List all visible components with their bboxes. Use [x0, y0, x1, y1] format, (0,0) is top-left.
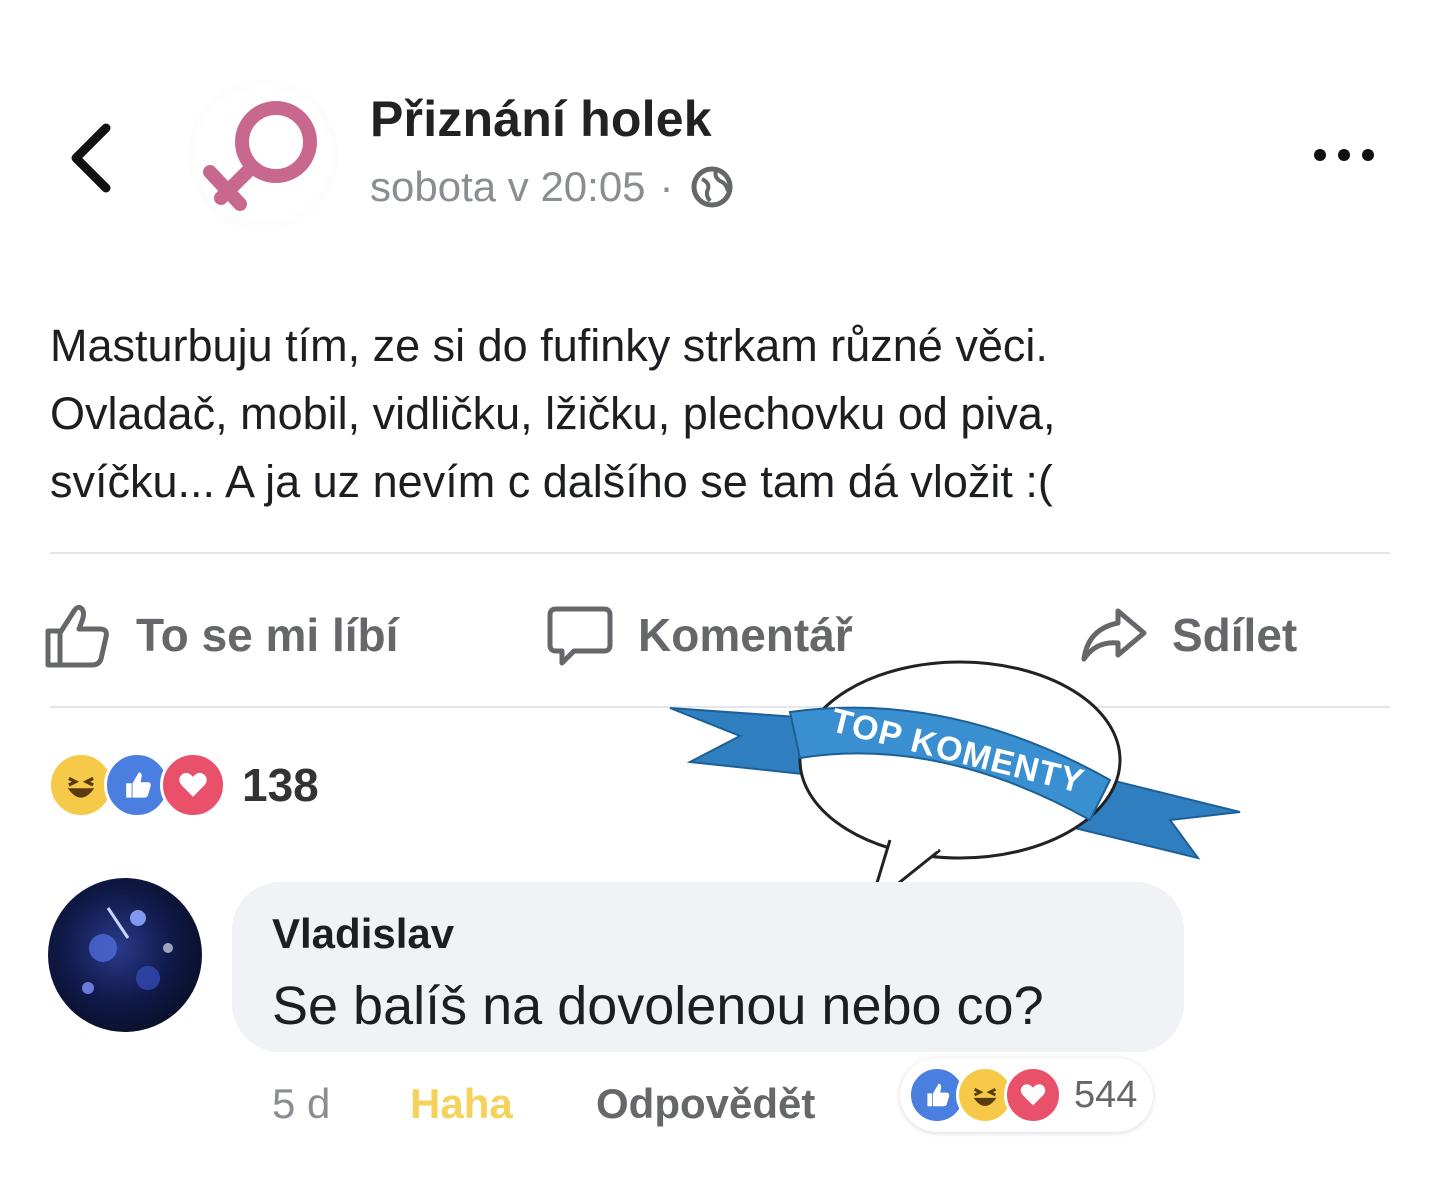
comment-time[interactable]: 5 d: [272, 1080, 330, 1128]
like-button[interactable]: To se mi líbí: [42, 590, 398, 680]
comment-reply-button[interactable]: Odpovědět: [596, 1080, 815, 1128]
reaction-count: 138: [242, 759, 319, 811]
comment-bubble-icon: [547, 606, 613, 666]
commenter-avatar[interactable]: [48, 878, 202, 1032]
page-name[interactable]: Přiznání holek: [370, 90, 712, 148]
post-time[interactable]: sobota v 20:05: [370, 163, 646, 211]
love-icon: [1004, 1066, 1062, 1124]
venus-symbol-icon: [203, 101, 317, 211]
thumbs-up-icon: [45, 604, 109, 668]
meta-separator: ·: [659, 163, 674, 210]
comment-text: Se balíš na dovolenou nebo co?: [272, 976, 1044, 1036]
post-text: Masturbuju tím, ze si do fufinky strkam …: [50, 312, 1390, 516]
page-avatar[interactable]: [188, 80, 338, 230]
comment-reaction-count: 544: [1074, 1073, 1138, 1116]
love-icon: [160, 752, 226, 818]
post-meta: sobota v 20:05 ·: [370, 163, 736, 211]
post-text-line: Ovladač, mobil, vidličku, lžičku, plecho…: [50, 388, 1056, 439]
divider: [50, 552, 1390, 554]
comment-author[interactable]: Vladislav: [272, 910, 454, 958]
more-options-icon[interactable]: [1310, 140, 1378, 170]
back-arrow-icon[interactable]: [62, 118, 122, 198]
post-text-line: svíčku... A ja uz nevím c dalšího se tam…: [50, 456, 1053, 507]
reactions-summary[interactable]: 138: [48, 752, 319, 818]
like-label: To se mi líbí: [136, 609, 399, 661]
globe-icon: [691, 166, 733, 208]
avatar-photo: [82, 907, 173, 994]
top-comments-badge: TOP KOMENTY: [669, 660, 1241, 908]
comment-reactions[interactable]: 544: [900, 1058, 1154, 1132]
comment-haha-button[interactable]: Haha: [410, 1080, 513, 1128]
post-text-line: Masturbuju tím, ze si do fufinky strkam …: [50, 320, 1048, 371]
